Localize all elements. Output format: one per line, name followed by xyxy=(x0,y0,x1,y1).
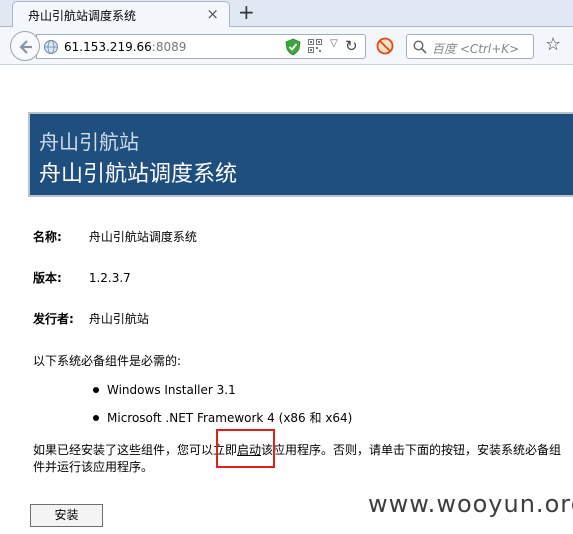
list-item: Windows Installer 3.1 xyxy=(93,383,236,397)
search-icon xyxy=(413,40,427,54)
page-content: 舟山引航站 舟山引航站调度系统 名称: 舟山引航站调度系统 版本: 1.2.3.… xyxy=(0,66,573,534)
bullet-icon xyxy=(93,386,99,393)
bullet-icon xyxy=(93,414,99,421)
highlight-box xyxy=(216,429,275,468)
version-value: 1.2.3.7 xyxy=(88,271,131,285)
url-text: 61.153.219.66:8089 xyxy=(64,40,187,54)
search-placeholder: 百度 <Ctrl+K> xyxy=(432,42,520,56)
prerequisites-heading: 以下系统必备组件是必需的: xyxy=(33,354,182,368)
banner-title: 舟山引航站调度系统 xyxy=(39,162,238,187)
browser-tab[interactable]: 舟山引航站调度系统 × xyxy=(12,1,230,27)
info-publisher-row: 发行者: 舟山引航站 xyxy=(33,310,149,327)
info-name-row: 名称: 舟山引航站调度系统 xyxy=(33,228,197,245)
close-tab-icon[interactable]: × xyxy=(206,5,219,23)
name-value: 舟山引航站调度系统 xyxy=(88,230,197,244)
page-banner: 舟山引航站 舟山引航站调度系统 xyxy=(28,112,573,197)
new-tab-icon[interactable]: + xyxy=(238,1,255,23)
adblock-icon[interactable] xyxy=(376,37,394,58)
publisher-value: 舟山引航站 xyxy=(88,312,149,326)
dropdown-arrow-icon[interactable]: ▽ xyxy=(330,38,338,49)
qr-code-icon[interactable] xyxy=(308,39,322,56)
watermark: www.wooyun.org xyxy=(368,490,573,518)
tab-strip: 舟山引航站调度系统 × + xyxy=(0,0,573,27)
install-button[interactable]: 安装 xyxy=(30,504,103,527)
info-version-row: 版本: 1.2.3.7 xyxy=(33,269,131,286)
publisher-label: 发行者: xyxy=(33,312,74,326)
banner-subtitle: 舟山引航站 xyxy=(39,130,139,154)
back-arrow-icon xyxy=(19,40,32,54)
reload-icon[interactable]: ↻ xyxy=(345,37,358,55)
list-item: Microsoft .NET Framework 4 (x86 和 x64) xyxy=(93,409,352,426)
navigation-bar: 61.153.219.66:8089 ▽ ↻ 百度 <Ctrl+K> ☆ xyxy=(0,27,573,65)
shield-icon[interactable] xyxy=(285,38,301,59)
address-bar[interactable]: 61.153.219.66:8089 ▽ ↻ xyxy=(36,34,366,59)
tab-title: 舟山引航站调度系统 xyxy=(28,9,137,23)
name-label: 名称: xyxy=(33,230,62,244)
version-label: 版本: xyxy=(33,271,62,285)
back-button[interactable] xyxy=(10,31,40,61)
globe-icon xyxy=(43,39,59,58)
instructions-paragraph: 如果已经安装了这些组件，您可以立即启动该应用程序。否则，请单击下面的按钮，安装系… xyxy=(33,443,562,474)
bookmark-star-icon[interactable]: ☆ xyxy=(545,36,561,54)
search-box[interactable]: 百度 <Ctrl+K> xyxy=(406,34,534,59)
